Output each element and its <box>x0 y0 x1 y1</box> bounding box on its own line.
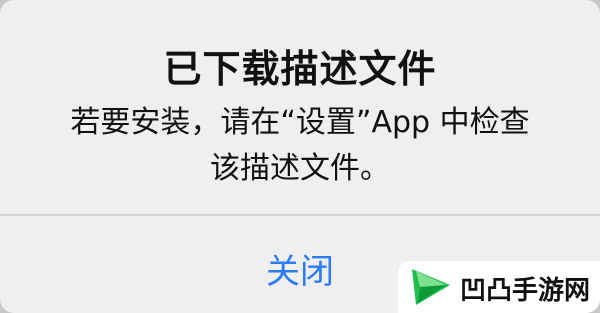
alert-content: 已下载描述文件 若要安装，请在“设置”App 中检查该描述文件。 <box>0 0 600 214</box>
alert-title: 已下载描述文件 <box>163 47 437 91</box>
profile-downloaded-alert: 已下载描述文件 若要安装，请在“设置”App 中检查该描述文件。 关闭 凹凸手游… <box>0 0 600 313</box>
play-triangle-logo-icon <box>412 269 450 305</box>
site-watermark: 凹凸手游网 <box>398 261 600 313</box>
watermark-text: 凹凸手游网 <box>460 276 591 306</box>
alert-message: 若要安装，请在“设置”App 中检查该描述文件。 <box>70 105 530 186</box>
